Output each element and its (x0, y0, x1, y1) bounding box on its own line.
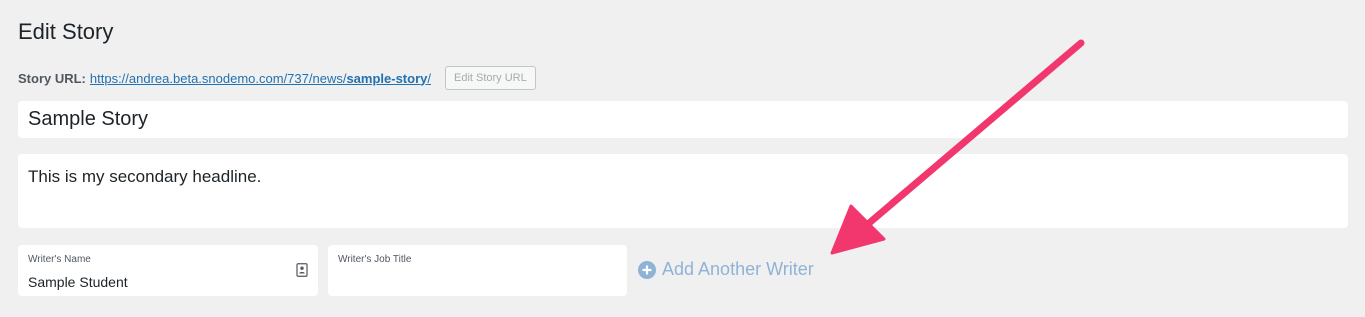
edit-story-url-button[interactable]: Edit Story URL (444, 66, 536, 90)
page-title: Edit Story (18, 19, 114, 44)
add-another-writer-label: Add Another Writer (662, 259, 814, 279)
story-url-row: Story URL: https://andrea.beta.snodemo.c… (18, 66, 536, 90)
contact-card-icon[interactable] (296, 263, 308, 277)
story-url-prefix: https://andrea.beta.snodemo.com/737/news… (89, 70, 347, 86)
story-url-link[interactable]: https://andrea.beta.snodemo.com/737/news… (90, 71, 431, 86)
writer-job-title-label: Writer's Job Title (338, 254, 412, 265)
plus-circle-icon (638, 260, 656, 279)
writer-job-title-field[interactable]: Writer's Job Title (328, 245, 627, 296)
story-url-suffix: / (427, 70, 431, 86)
story-url-label: Story URL: (18, 70, 86, 86)
story-url-slug: sample-story (346, 70, 428, 86)
add-another-writer-button[interactable]: Add Another Writer (638, 259, 814, 280)
writer-name-value[interactable]: Sample Student (28, 273, 308, 291)
headline-input[interactable]: Sample Story (18, 101, 1348, 138)
secondary-headline-input[interactable]: This is my secondary headline. (18, 154, 1348, 228)
writer-name-label: Writer's Name (28, 254, 91, 265)
writer-name-field[interactable]: Writer's Name Sample Student (18, 245, 318, 296)
